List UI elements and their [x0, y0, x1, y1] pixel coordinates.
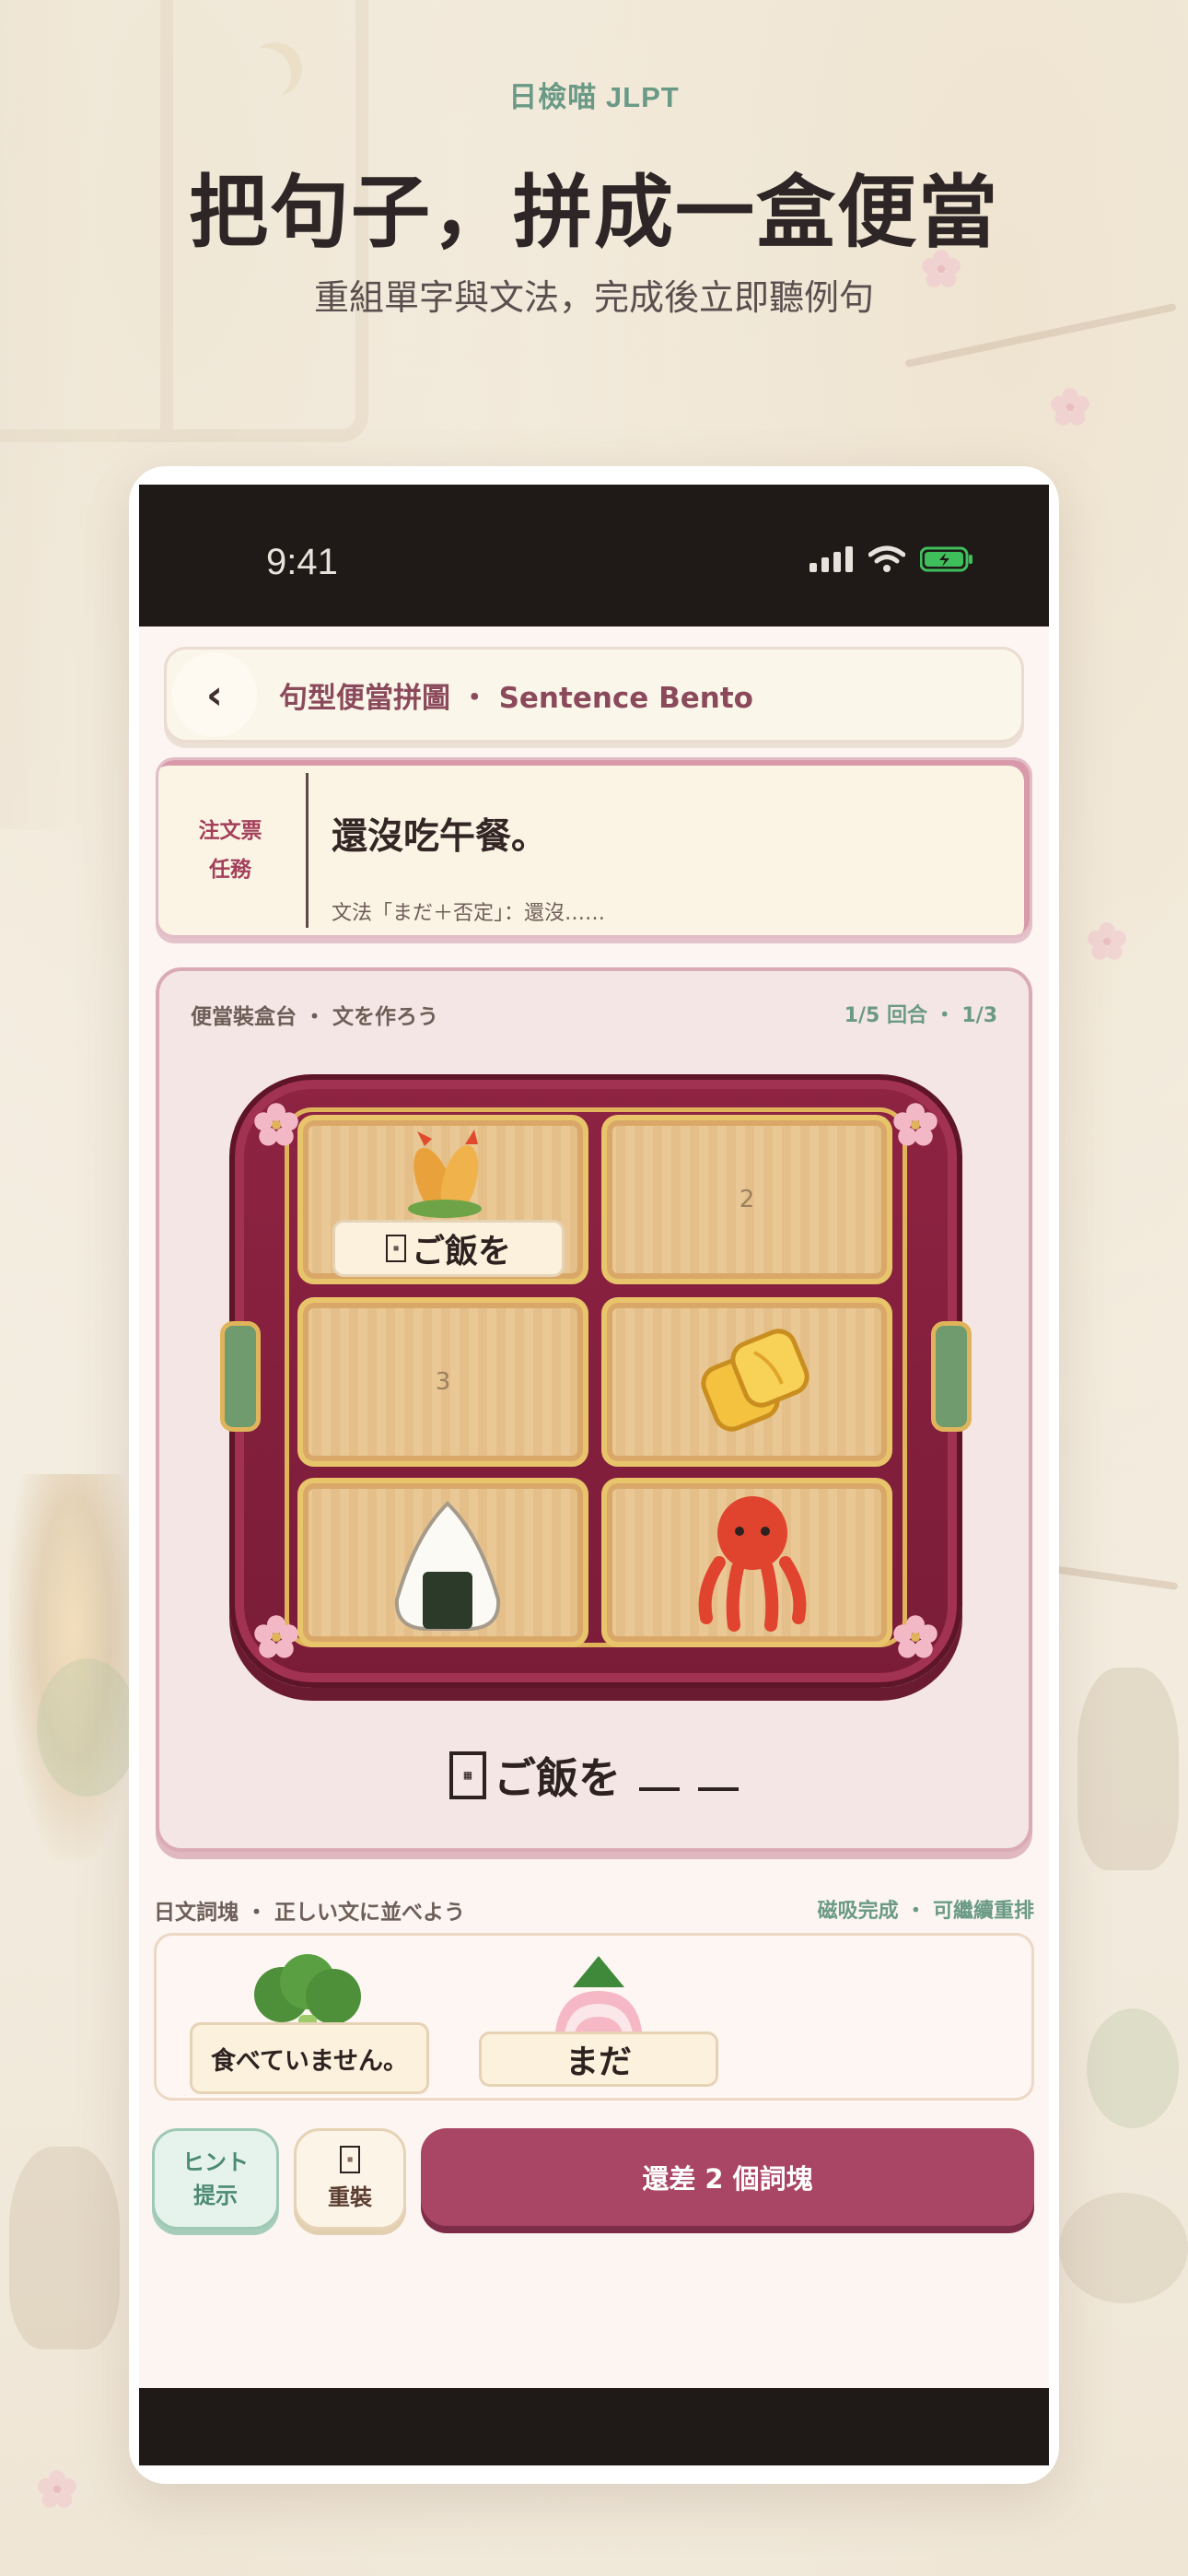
flower-icon [254, 1615, 298, 1658]
tray-handle-left [220, 1321, 261, 1432]
bento-slot-6[interactable] [601, 1478, 892, 1647]
pieces-header-status: 磁吸完成 ・ 可繼續重排 [817, 1900, 1034, 1923]
marketing-subhead: 重組單字與文法，完成後立即聽例句 [313, 277, 874, 318]
status-icons [809, 545, 973, 573]
sentence-preview: ▦ ご飯を [159, 1745, 1029, 1806]
sakura-icon [38, 2470, 76, 2508]
hint-label-zh: 提示 [193, 2183, 238, 2208]
word-pieces-tray: 食べていません。 まだ [154, 1933, 1034, 2101]
wifi-icon [868, 545, 905, 572]
status-bar: 9:41 [139, 485, 1049, 626]
hint-button[interactable]: ヒント 提示 [152, 2128, 279, 2230]
blank-slot [698, 1787, 739, 1791]
status-time: 9:41 [266, 542, 338, 582]
home-indicator-bar [139, 2388, 1049, 2465]
kanji-glyph-icon: ▦ [449, 1751, 486, 1799]
ticket-label-line2: 任務 [209, 858, 251, 882]
board-header-title: 便當裝盒台 ・ 文を作ろう [191, 1005, 439, 1029]
slot-number: 2 [739, 1186, 755, 1213]
screen-title: 句型便當拼圖 ・ Sentence Bento [279, 681, 753, 715]
signal-icon [809, 546, 853, 572]
hint-label-jp: ヒント [182, 2149, 249, 2175]
app-screen: 9:41 ‹ 句型便當拼圖 ・ Sentence Bento 注文票 任務 還沒… [139, 485, 1049, 2465]
flower-icon [893, 1103, 938, 1146]
sakura-icon [1051, 388, 1089, 426]
octopus-sausage-icon [698, 1496, 807, 1632]
sentence-built-text: ご飯を [494, 1753, 621, 1803]
bento-slot-5[interactable] [297, 1478, 588, 1647]
bento-slot-3[interactable]: 3 [297, 1297, 588, 1467]
chevron-left-icon: ‹ [205, 671, 224, 719]
bento-board: 便當裝盒台 ・ 文を作ろう 1/5 回合 ・ 1/3 2 3 ▦ ご飯を ▦ ご… [156, 967, 1032, 1852]
battery-icon [920, 546, 973, 572]
sakura-icon [1088, 922, 1126, 960]
shrimp-tempura-icon [408, 1130, 482, 1219]
submit-button[interactable]: 還差 2 個詞塊 [421, 2128, 1034, 2226]
reset-label: 重裝 [328, 2184, 372, 2210]
bento-slot-4[interactable] [601, 1297, 892, 1467]
ticket-label-line1: 注文票 [198, 819, 262, 843]
flower-icon [893, 1615, 938, 1658]
placed-word-tile[interactable]: ▦ ご飯を [332, 1220, 565, 1277]
flower-icon [254, 1103, 298, 1146]
back-button[interactable]: ‹ [172, 652, 257, 737]
nav-bar: ‹ 句型便當拼圖 ・ Sentence Bento [164, 647, 1024, 743]
slot-number: 3 [435, 1368, 451, 1396]
phone-frame: 9:41 ‹ 句型便當拼圖 ・ Sentence Bento 注文票 任務 還沒… [129, 466, 1059, 2484]
ticket-label: 注文票 任務 [175, 812, 285, 889]
pieces-header-title: 日文詞塊 ・ 正しい文に並べよう [154, 1901, 466, 1925]
tamagoyaki-icon [701, 1329, 809, 1432]
bento-slot-2[interactable]: 2 [601, 1115, 892, 1284]
order-ticket: 注文票 任務 還沒吃午餐。 文法「まだ＋否定」：還沒…… [156, 757, 1032, 938]
grammar-hint: 文法「まだ＋否定」：還沒…… [332, 902, 606, 925]
target-sentence: 還沒吃午餐。 [332, 816, 548, 858]
tray-handle-right [931, 1321, 972, 1432]
word-piece[interactable]: まだ [479, 1949, 718, 2087]
word-piece-label: まだ [479, 2032, 718, 2087]
app-brand-eyebrow: 日檢喵 JLPT [508, 81, 680, 113]
bento-tray: 2 3 ▦ ご飯を [220, 1074, 972, 1688]
blank-slot [639, 1787, 680, 1791]
ticket-divider [306, 773, 309, 928]
round-progress: 1/5 回合 ・ 1/3 [844, 1004, 997, 1027]
box-icon: ▦ [340, 2146, 360, 2173]
word-piece-label: 食べていません。 [190, 2022, 429, 2094]
placed-word-label: ご飯を [411, 1233, 511, 1270]
submit-label: 還差 2 個詞塊 [642, 2163, 813, 2195]
kanji-glyph-icon: ▦ [385, 1235, 406, 1262]
marketing-headline: 把句子，拼成一盒便當 [189, 167, 999, 259]
reset-button[interactable]: ▦ 重裝 [294, 2128, 406, 2230]
word-piece[interactable]: 食べていません。 [190, 1949, 429, 2094]
onigiri-icon [394, 1501, 501, 1631]
